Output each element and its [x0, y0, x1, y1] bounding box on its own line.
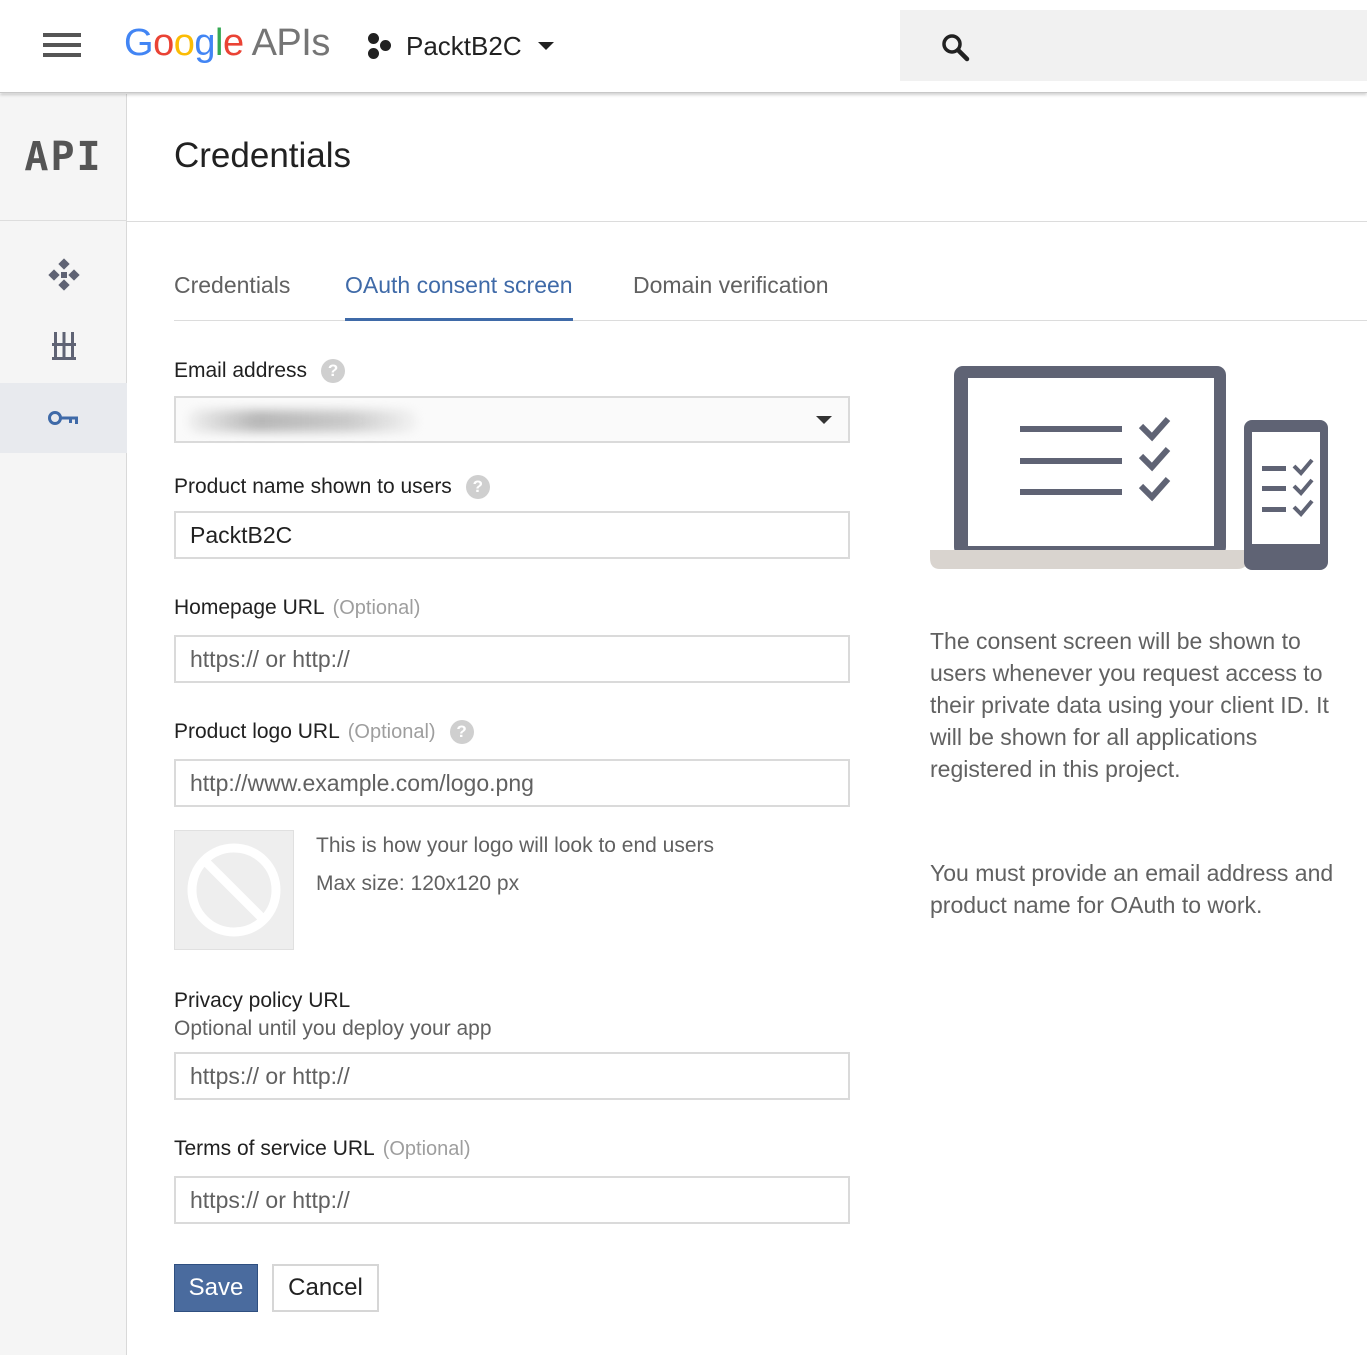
sidebar-item-credentials[interactable]: [0, 383, 127, 453]
terms-of-service-url-label: Terms of service URL (Optional): [174, 1137, 471, 1161]
required-fields-info: You must provide an email address and pr…: [930, 860, 1334, 918]
product-name-input[interactable]: [176, 513, 848, 557]
label-text: Privacy policy URL: [174, 989, 351, 1012]
google-apis-logo[interactable]: Google APIs: [124, 22, 330, 65]
logo-preview-note: This is how your logo will look to end u…: [316, 834, 715, 857]
logo-letter: e: [222, 22, 244, 64]
label-text: Email address: [174, 359, 308, 382]
terms-of-service-url-field: [174, 1176, 850, 1224]
no-image-icon: [187, 843, 281, 937]
help-icon[interactable]: ?: [321, 359, 346, 383]
cancel-button[interactable]: Cancel: [272, 1264, 379, 1312]
logo-suffix: APIs: [251, 22, 331, 64]
hamburger-menu-icon[interactable]: [36, 26, 88, 66]
product-logo-url-input[interactable]: [176, 761, 848, 805]
privacy-policy-url-field: [174, 1052, 850, 1100]
project-selector[interactable]: PacktB2C: [364, 24, 554, 68]
dropdown-arrow-icon: [816, 416, 832, 424]
key-icon: [47, 411, 78, 425]
product-name-field: [174, 511, 850, 559]
optional-hint: (Optional): [347, 720, 436, 743]
consent-screen-illustration: [930, 366, 1328, 570]
help-icon[interactable]: ?: [465, 475, 490, 499]
api-product-badge: API: [0, 94, 127, 221]
label-text: Terms of service URL: [174, 1137, 375, 1160]
product-logo-url-field: [174, 759, 850, 807]
email-address-label: Email address ?: [174, 359, 346, 383]
sidebar-item-library[interactable]: [0, 311, 127, 381]
sidebar-item-dashboard[interactable]: [0, 240, 127, 310]
optional-hint: (Optional): [382, 1137, 471, 1160]
privacy-policy-url-input[interactable]: [176, 1054, 848, 1098]
search-icon[interactable]: [940, 32, 970, 62]
optional-hint: (Optional): [332, 596, 421, 619]
dashboard-icon: [47, 258, 80, 291]
logo-letter: G: [124, 22, 154, 64]
help-icon[interactable]: ?: [449, 720, 474, 744]
page-header: Credentials: [127, 94, 1367, 222]
email-address-select[interactable]: [174, 396, 850, 443]
consent-screen-info: The consent screen will be shown to user…: [930, 628, 1329, 782]
logo-letter: o: [153, 22, 174, 64]
logo-letter: g: [194, 22, 215, 64]
project-icon: [364, 31, 394, 61]
top-app-bar: Google APIs PacktB2C: [0, 0, 1367, 93]
tab-oauth-consent-screen[interactable]: OAuth consent screen: [345, 272, 573, 321]
homepage-url-label: Homepage URL (Optional): [174, 596, 420, 620]
homepage-url-input[interactable]: [176, 637, 848, 681]
terms-of-service-url-input[interactable]: [176, 1178, 848, 1222]
logo-preview-placeholder: [174, 830, 294, 950]
product-logo-url-label: Product logo URL (Optional) ?: [174, 720, 474, 744]
product-name-label: Product name shown to users ?: [174, 475, 490, 499]
homepage-url-field: [174, 635, 850, 683]
label-text: Product logo URL: [174, 720, 340, 743]
page-title: Credentials: [174, 136, 352, 175]
privacy-policy-url-label: Privacy policy URL: [174, 989, 350, 1013]
tab-credentials[interactable]: Credentials: [174, 272, 290, 321]
save-button[interactable]: Save: [174, 1264, 258, 1312]
tab-bar: Credentials OAuth consent screen Domain …: [174, 268, 1367, 321]
chevron-down-icon: [537, 42, 554, 50]
redacted-email-value: [188, 410, 418, 432]
label-text: Homepage URL: [174, 596, 325, 619]
logo-letter: l: [214, 22, 223, 64]
label-text: Product name shown to users: [174, 475, 452, 498]
search-bar[interactable]: [900, 10, 1367, 81]
library-icon: [51, 332, 76, 360]
logo-max-size-note: Max size: 120x120 px: [316, 872, 520, 895]
privacy-policy-hint: Optional until you deploy your app: [174, 1017, 492, 1040]
tab-domain-verification[interactable]: Domain verification: [633, 272, 829, 321]
project-name: PacktB2C: [406, 30, 522, 61]
logo-letter: o: [173, 22, 195, 64]
sidebar-nav: API: [0, 94, 127, 1355]
